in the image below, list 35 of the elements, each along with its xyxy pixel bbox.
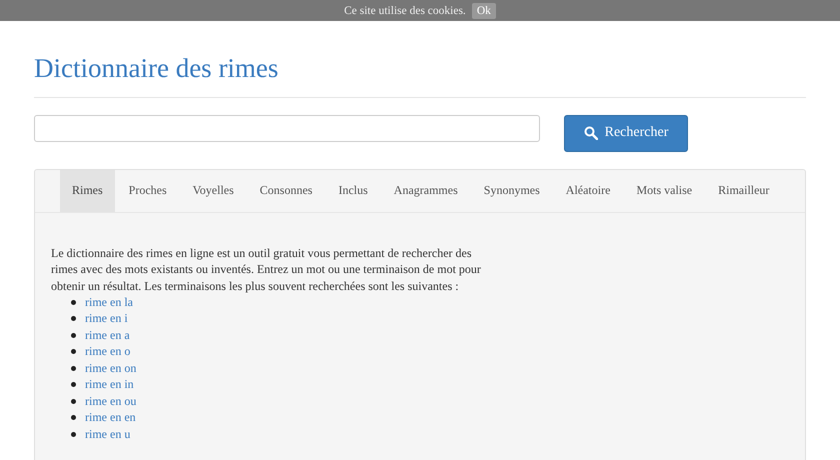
bullet-icon (71, 349, 76, 354)
bullet-icon (71, 432, 76, 437)
tab[interactable]: Mots valise (624, 170, 704, 212)
tab[interactable]: Synonymes (472, 170, 552, 212)
bullet-icon (71, 382, 76, 388)
bullet-icon (71, 366, 76, 371)
search-field[interactable] (34, 114, 540, 142)
tab[interactable]: Aléatoire (554, 170, 622, 212)
rhyme-link[interactable]: rime en in (85, 377, 134, 392)
tab[interactable]: Rimailleur (706, 170, 782, 212)
search-icon (584, 126, 598, 140)
tab[interactable]: Inclus (326, 170, 380, 212)
tab[interactable]: Rimes (60, 170, 115, 212)
bullet-icon (71, 332, 76, 338)
rhyme-link[interactable]: rime en u (85, 426, 130, 442)
rhyme-link[interactable]: rime en a (85, 328, 130, 343)
bullet-icon (71, 398, 76, 404)
rhyme-link[interactable]: rime en i (85, 311, 128, 326)
rhyme-link[interactable]: rime en on (85, 360, 136, 376)
rhyme-link[interactable]: rime en en (85, 410, 136, 426)
search-button[interactable]: Rechercher (564, 114, 688, 152)
rhyme-link[interactable]: rime en o (85, 344, 130, 360)
ok-button[interactable]: Ok (472, 2, 496, 18)
rhyme-link[interactable]: rime en ou (85, 394, 136, 409)
bullet-icon (71, 415, 76, 420)
site-title[interactable]: Dictionnaire des rimes (34, 21, 806, 98)
cookie-notice: Ce site utilise des cookies. (344, 4, 466, 16)
intro-paragraph: Le dictionnaire des rimes en ligne est un outil gratuit vous permettant de rechercher des rimes avec des mots existants ou inventés. Entrez un mot ou une terminaison de mot pour obtenir un résultat. Les terminaisons les plus souvent recherchées sont les suivantes : (51, 244, 482, 294)
rhyme-link[interactable]: rime en la (85, 294, 133, 310)
bullet-icon (71, 300, 76, 305)
tab[interactable]: Proches (116, 170, 179, 212)
tab[interactable]: Consonnes (248, 170, 324, 212)
bullet-icon (71, 316, 76, 322)
tab[interactable]: Anagrammes (382, 170, 470, 212)
tab[interactable]: Voyelles (180, 170, 246, 212)
